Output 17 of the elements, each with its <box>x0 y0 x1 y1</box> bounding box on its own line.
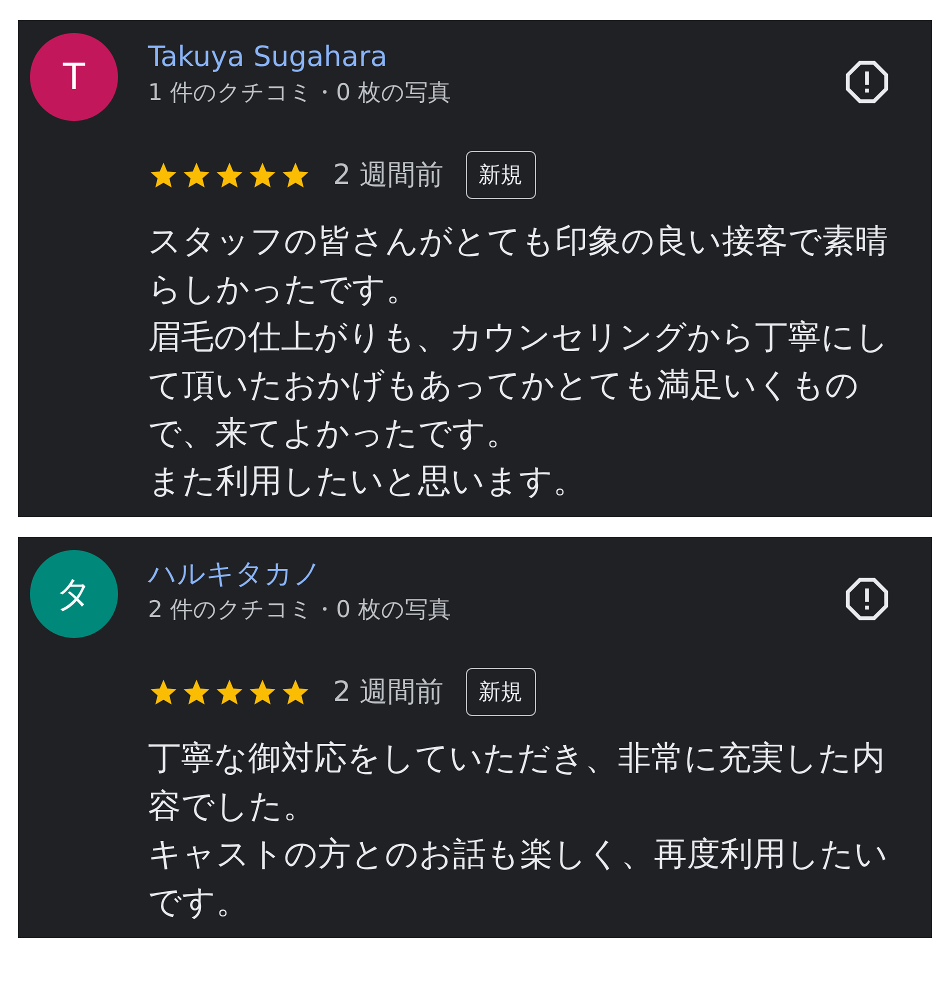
review-count: 1 件のクチコミ・0 枚の写真 <box>148 79 451 108</box>
review-time: 2 週間前 <box>333 157 444 193</box>
review-text: 丁寧な御対応をしていただき、非常に充実した内容でした。 <box>148 737 886 827</box>
review-text: 眉毛の仕上がりも、カウンセリングから丁寧にして頂いたおかげもあってかとても満足いくもので、来てよかったです。 <box>148 316 890 454</box>
reviewer-name[interactable]: Takuya Sugahara <box>148 39 388 75</box>
review-count: 2 件のクチコミ・0 枚の写真 <box>148 596 451 625</box>
avatar[interactable]: タ <box>30 550 118 638</box>
new-badge: 新規 <box>466 668 536 716</box>
new-badge: 新規 <box>466 151 536 199</box>
review-time: 2 週間前 <box>333 674 444 710</box>
review-text: スタッフの皆さんがとても印象の良い接客で素晴らしかったです。 <box>148 220 889 310</box>
review-text: キャストの方とのお話も楽しく、再度利用したいです。 <box>148 833 889 923</box>
reviewer-name[interactable]: ハルキタカノ <box>148 556 322 592</box>
avatar[interactable]: T <box>30 33 118 121</box>
report-icon[interactable] <box>844 59 890 105</box>
report-icon[interactable] <box>844 576 890 622</box>
review-text: また利用したいと思います。 <box>148 460 587 502</box>
